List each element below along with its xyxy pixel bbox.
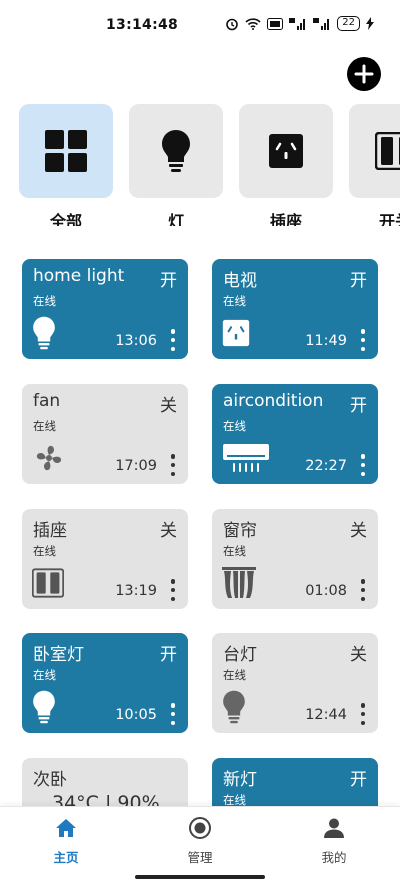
nav-label: 管理 xyxy=(187,850,213,865)
grid-icon xyxy=(45,130,87,172)
wifi-icon xyxy=(245,17,261,30)
device-name: home light xyxy=(33,266,125,286)
category-row[interactable]: 全部 灯 插座 开关 xyxy=(0,104,400,226)
nav-home[interactable]: 主页 xyxy=(16,815,116,866)
device-card[interactable]: 卧室灯 开 在线 10:05 xyxy=(22,633,188,733)
category-socket[interactable]: 插座 xyxy=(239,104,333,226)
status-icons: 22 xyxy=(225,16,374,31)
aircon-icon xyxy=(222,440,272,476)
alarm-icon xyxy=(225,17,239,31)
device-card[interactable]: 窗帘 关 在线 01:08 xyxy=(212,509,378,609)
hd-icon xyxy=(267,17,284,30)
device-status: 在线 xyxy=(223,544,246,558)
category-all[interactable]: 全部 xyxy=(19,104,113,226)
status-bar: 13:14:48 22 xyxy=(0,0,400,52)
device-status: 在线 xyxy=(33,419,56,433)
device-name: 卧室灯 xyxy=(33,645,84,665)
device-name: 窗帘 xyxy=(223,521,257,541)
device-status: 在线 xyxy=(33,544,56,558)
device-name: 插座 xyxy=(33,521,67,541)
device-state: 开 xyxy=(350,770,367,790)
device-time: 01:08 xyxy=(305,583,347,599)
device-state: 关 xyxy=(350,521,367,541)
device-time: 22:27 xyxy=(305,458,347,474)
device-name: fan xyxy=(33,391,61,411)
battery-indicator: 22 xyxy=(337,16,360,31)
switch-icon xyxy=(375,132,400,170)
device-card[interactable]: aircondition 开 在线 22:27 xyxy=(212,384,378,484)
socket-icon xyxy=(222,315,260,351)
category-label: 灯 xyxy=(167,212,184,226)
device-name: 台灯 xyxy=(223,645,257,665)
device-time: 12:44 xyxy=(305,707,347,723)
device-time: 13:06 xyxy=(115,333,157,349)
device-state: 开 xyxy=(350,396,367,416)
more-icon[interactable] xyxy=(360,579,366,601)
status-time: 13:14:48 xyxy=(106,17,179,33)
charging-icon xyxy=(366,17,374,30)
switch-icon xyxy=(32,565,70,601)
more-icon[interactable] xyxy=(360,329,366,351)
device-state: 开 xyxy=(350,271,367,291)
device-time: 13:19 xyxy=(115,583,157,599)
category-label: 开关 xyxy=(379,212,400,226)
device-name: 电视 xyxy=(223,271,257,291)
category-label: 插座 xyxy=(269,212,302,226)
plus-circle-icon xyxy=(354,64,374,84)
nav-manage[interactable]: 管理 xyxy=(150,815,250,866)
device-status: 在线 xyxy=(223,294,246,308)
bulb-icon xyxy=(222,689,260,725)
device-state: 开 xyxy=(160,645,177,665)
device-card[interactable]: 插座 关 在线 13:19 xyxy=(22,509,188,609)
bulb-icon xyxy=(32,689,70,725)
device-status: 在线 xyxy=(33,294,56,308)
device-state: 关 xyxy=(160,396,177,416)
person-icon xyxy=(284,815,384,841)
device-status: 在线 xyxy=(33,668,56,682)
category-light[interactable]: 灯 xyxy=(129,104,223,226)
more-icon[interactable] xyxy=(360,454,366,476)
device-state: 关 xyxy=(160,521,177,541)
curtain-icon xyxy=(222,565,260,601)
device-card[interactable]: fan 关 在线 17:09 xyxy=(22,384,188,484)
device-name: 新灯 xyxy=(223,770,257,790)
device-card[interactable]: 电视 开 在线 11:49 xyxy=(212,259,378,359)
home-indicator xyxy=(135,875,265,879)
nav-label: 主页 xyxy=(53,850,79,865)
nav-profile[interactable]: 我的 xyxy=(284,815,384,866)
more-icon[interactable] xyxy=(170,579,176,601)
more-icon[interactable] xyxy=(360,703,366,725)
target-icon xyxy=(150,815,250,841)
device-status: 在线 xyxy=(223,668,246,682)
socket-icon xyxy=(269,134,303,168)
fan-icon xyxy=(32,440,70,476)
device-state: 关 xyxy=(350,645,367,665)
device-name: aircondition xyxy=(223,391,324,411)
nav-label: 我的 xyxy=(321,850,347,865)
device-card[interactable]: 台灯 关 在线 12:44 xyxy=(212,633,378,733)
bulb-icon xyxy=(32,315,70,351)
device-time: 17:09 xyxy=(115,458,157,474)
device-state: 开 xyxy=(160,271,177,291)
signal-icon-2 xyxy=(313,17,331,30)
add-device-button[interactable] xyxy=(347,57,381,91)
more-icon[interactable] xyxy=(170,703,176,725)
device-time: 10:05 xyxy=(115,707,157,723)
device-name: 次卧 xyxy=(33,770,67,790)
more-icon[interactable] xyxy=(170,329,176,351)
device-status: 在线 xyxy=(223,419,246,433)
device-card[interactable]: home light 开 在线 13:06 xyxy=(22,259,188,359)
signal-icon-1 xyxy=(289,17,307,30)
bulb-icon xyxy=(162,130,190,172)
category-label: 全部 xyxy=(49,212,82,226)
device-time: 11:49 xyxy=(305,333,347,349)
category-switch[interactable]: 开关 xyxy=(349,104,400,226)
home-icon xyxy=(16,815,116,841)
more-icon[interactable] xyxy=(170,454,176,476)
